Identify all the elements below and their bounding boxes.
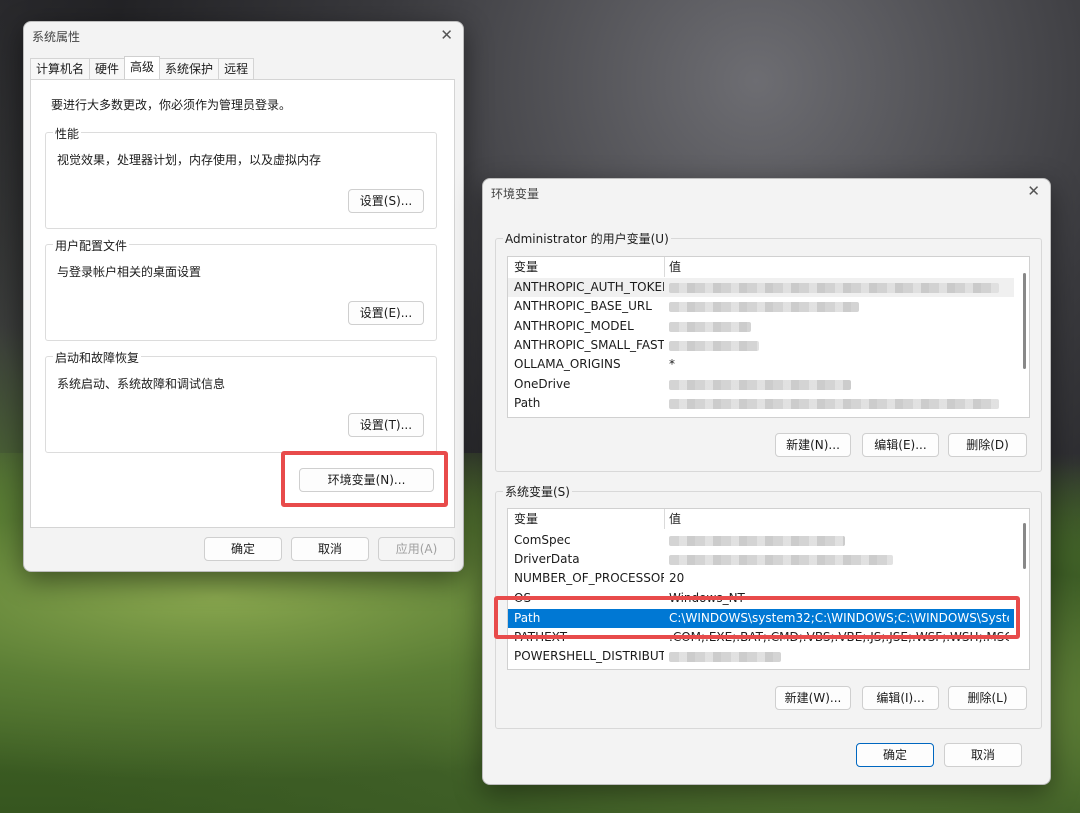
variable-name: OneDrive — [514, 377, 571, 391]
startup-settings-button[interactable]: 设置(T)... — [348, 413, 424, 437]
user-edit-button[interactable]: 编辑(E)... — [862, 433, 939, 457]
group-label: 启动和故障恢复 — [53, 349, 142, 366]
user-delete-button[interactable]: 删除(D) — [948, 433, 1027, 457]
group-desc: 与登录帐户相关的桌面设置 — [57, 265, 202, 279]
variable-value — [669, 531, 1009, 550]
list-item[interactable]: ANTHROPIC_AUTH_TOKEN — [508, 278, 1014, 297]
variable-name: DriverData — [514, 552, 580, 566]
highlight-box — [281, 451, 448, 507]
user-new-button[interactable]: 新建(N)... — [775, 433, 851, 457]
highlight-box — [494, 596, 1020, 639]
group-label: 用户配置文件 — [53, 237, 130, 254]
system-variables-list[interactable]: 变量 值 ComSpec DriverData NUMBER_OF_PROCES… — [507, 508, 1030, 670]
list-item[interactable]: Path — [508, 394, 1014, 413]
tab-computer-name[interactable]: 计算机名 — [30, 58, 91, 79]
list-item[interactable]: OneDrive — [508, 375, 1014, 394]
variable-value — [669, 278, 1009, 297]
variable-name: ANTHROPIC_BASE_URL — [514, 299, 652, 313]
list-item[interactable]: ANTHROPIC_BASE_URL — [508, 297, 1014, 316]
variable-value: * — [669, 357, 675, 371]
variable-name: Path — [514, 396, 541, 410]
variable-name: ANTHROPIC_SMALL_FAST... — [514, 338, 664, 352]
list-item[interactable]: ComSpec — [508, 531, 1014, 550]
variable-value: 20 — [669, 571, 685, 585]
close-icon[interactable]: ✕ — [1027, 182, 1040, 200]
performance-settings-button[interactable]: 设置(S)... — [348, 189, 424, 213]
ok-button[interactable]: 确定 — [204, 537, 282, 561]
tab-system-protection[interactable]: 系统保护 — [159, 58, 220, 79]
user-variables-group: Administrator 的用户变量(U) 变量 值 ANTHROPIC_AU… — [495, 230, 1042, 472]
list-item[interactable]: OLLAMA_ORIGINS * — [508, 355, 1014, 374]
profile-settings-button[interactable]: 设置(E)... — [348, 301, 424, 325]
variable-name: OLLAMA_ORIGINS — [514, 357, 621, 371]
window-title: 环境变量 — [491, 187, 540, 201]
tab-remote[interactable]: 远程 — [218, 58, 255, 79]
list-item[interactable]: DriverData — [508, 550, 1014, 569]
close-icon[interactable]: ✕ — [440, 26, 453, 44]
cancel-button[interactable]: 取消 — [944, 743, 1022, 767]
tab-bar: 计算机名 硬件 高级 系统保护 远程 — [30, 56, 255, 79]
scrollbar[interactable] — [1023, 523, 1026, 569]
group-desc: 视觉效果，处理器计划，内存使用，以及虚拟内存 — [57, 153, 322, 167]
variable-name: ANTHROPIC_MODEL — [514, 319, 634, 333]
column-header-value[interactable]: 值 — [669, 257, 1009, 277]
system-delete-button[interactable]: 删除(L) — [948, 686, 1027, 710]
list-item[interactable]: ANTHROPIC_SMALL_FAST... — [508, 336, 1014, 355]
column-header-variable[interactable]: 变量 — [514, 509, 664, 529]
variable-value — [669, 297, 1009, 316]
tab-hardware[interactable]: 硬件 — [89, 58, 126, 79]
environment-variables-window: 环境变量 ✕ Administrator 的用户变量(U) 变量 值 ANTHR… — [482, 178, 1051, 785]
ok-button[interactable]: 确定 — [856, 743, 934, 767]
variable-name: ANTHROPIC_AUTH_TOKEN — [514, 280, 664, 294]
user-variables-list[interactable]: 变量 值 ANTHROPIC_AUTH_TOKEN ANTHROPIC_BASE… — [507, 256, 1030, 418]
variable-name: NUMBER_OF_PROCESSORS — [514, 571, 664, 585]
variable-name: POWERSHELL_DISTRIBUTI... — [514, 649, 664, 663]
group-desc: 系统启动、系统故障和调试信息 — [57, 377, 226, 391]
performance-group: 性能 视觉效果，处理器计划，内存使用，以及虚拟内存 设置(S)... — [45, 125, 437, 229]
group-label: Administrator 的用户变量(U) — [503, 230, 671, 247]
apply-button[interactable]: 应用(A) — [378, 537, 455, 561]
variable-value — [669, 550, 1009, 569]
list-item[interactable]: ANTHROPIC_MODEL — [508, 317, 1014, 336]
cancel-button[interactable]: 取消 — [291, 537, 369, 561]
scrollbar[interactable] — [1023, 273, 1026, 369]
variable-value — [669, 336, 1009, 355]
column-divider[interactable] — [664, 509, 665, 529]
titlebar: 环境变量 ✕ — [483, 179, 1050, 207]
variable-value — [669, 394, 1009, 413]
tab-advanced[interactable]: 高级 — [124, 56, 161, 79]
group-label: 性能 — [53, 125, 82, 142]
system-edit-button[interactable]: 编辑(I)... — [862, 686, 939, 710]
group-label: 系统变量(S) — [503, 483, 572, 500]
list-item[interactable]: POWERSHELL_DISTRIBUTI... — [508, 647, 1014, 666]
titlebar: 系统属性 ✕ — [24, 22, 463, 50]
column-header-variable[interactable]: 变量 — [514, 257, 664, 277]
variable-name: ComSpec — [514, 533, 571, 547]
variable-value — [669, 375, 1009, 394]
window-title: 系统属性 — [32, 30, 81, 44]
column-header-value[interactable]: 值 — [669, 509, 1009, 529]
startup-recovery-group: 启动和故障恢复 系统启动、系统故障和调试信息 设置(T)... — [45, 349, 437, 453]
column-divider[interactable] — [664, 257, 665, 277]
user-profile-group: 用户配置文件 与登录帐户相关的桌面设置 设置(E)... — [45, 237, 437, 341]
admin-notice: 要进行大多数更改，你必须作为管理员登录。 — [51, 98, 292, 112]
variable-value — [669, 317, 1009, 336]
variable-value — [669, 647, 1009, 666]
system-new-button[interactable]: 新建(W)... — [775, 686, 851, 710]
list-header: 变量 值 — [508, 509, 1014, 529]
list-item[interactable]: NUMBER_OF_PROCESSORS 20 — [508, 569, 1014, 588]
list-header: 变量 值 — [508, 257, 1014, 277]
